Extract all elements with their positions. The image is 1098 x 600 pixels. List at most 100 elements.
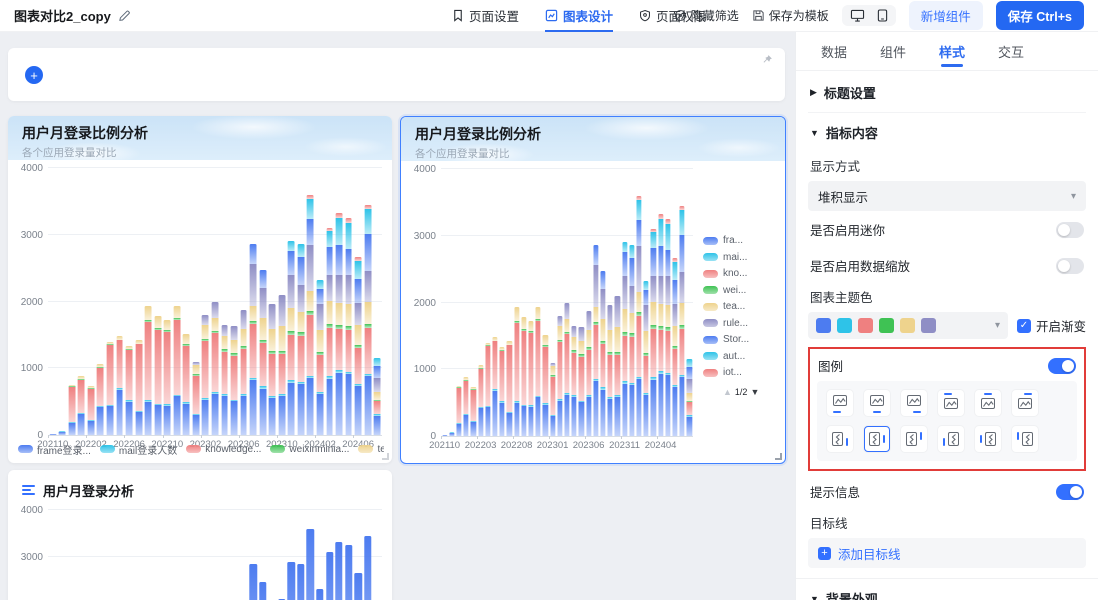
stacked-bar-202305[interactable] — [579, 327, 584, 436]
stacked-bar-202306[interactable] — [240, 310, 247, 435]
bar-202404[interactable] — [335, 542, 342, 600]
add-component-button[interactable]: 新增组件 — [909, 1, 983, 30]
panel-tab-样式[interactable]: 样式 — [939, 32, 965, 71]
legend-position-bottom-right[interactable] — [901, 390, 927, 416]
add-filter-button[interactable]: + — [25, 66, 43, 84]
legend-item[interactable]: Stor... — [703, 334, 781, 345]
stacked-bar-202404[interactable] — [336, 213, 343, 435]
legend-item[interactable]: tea... — [703, 301, 781, 312]
stacked-bar-202207[interactable] — [135, 340, 142, 435]
stacked-bar-202311[interactable] — [622, 242, 627, 436]
stacked-bar-202203[interactable] — [478, 365, 483, 436]
stacked-bar-202208[interactable] — [514, 307, 519, 436]
legend-item[interactable]: fra... — [703, 235, 781, 246]
stacked-bar-202304[interactable] — [572, 326, 577, 436]
save-button[interactable]: 保存 Ctrl+s — [996, 1, 1084, 30]
stacked-bar-202312[interactable] — [629, 245, 634, 436]
stacked-bar-202211[interactable] — [173, 306, 180, 435]
panel-tab-数据[interactable]: 数据 — [821, 32, 847, 71]
legend-position-left-center[interactable] — [975, 426, 1001, 452]
stacked-bar-202303[interactable] — [564, 303, 569, 437]
stacked-bar-202212[interactable] — [543, 335, 548, 436]
bar-202407[interactable] — [364, 536, 371, 600]
stacked-bar-202307[interactable] — [250, 244, 257, 435]
stacked-bar-202204[interactable] — [107, 342, 114, 435]
stacked-bar-202311[interactable] — [288, 241, 295, 435]
chart-card-stacked-left[interactable]: 用户月登录比例分析 各个应用登录量对比 01000200030004000202… — [8, 116, 392, 463]
legend-item[interactable]: mail登录人数 — [100, 442, 177, 456]
panel-tab-交互[interactable]: 交互 — [998, 32, 1024, 71]
bar-202312[interactable] — [297, 564, 304, 600]
gradient-checkbox[interactable]: ✓ — [1017, 319, 1031, 333]
stacked-bar-202402[interactable] — [317, 280, 324, 435]
stacked-bar-202405[interactable] — [345, 218, 352, 435]
stacked-bar-202306[interactable] — [586, 311, 591, 436]
legend-position-bottom-center[interactable] — [864, 390, 890, 416]
stacked-bar-202302[interactable] — [557, 316, 562, 436]
bar-202405[interactable] — [345, 545, 352, 600]
legend-item[interactable]: frame登录... — [18, 442, 91, 456]
stacked-bar-202308[interactable] — [259, 270, 266, 435]
theme-color-select[interactable]: ▾ — [808, 312, 1008, 339]
chart-card-stacked-right-selected[interactable]: 用户月登录比例分析 各个应用登录量对比 01000200030004000202… — [400, 116, 786, 464]
bar-202311[interactable] — [288, 562, 295, 600]
legend-item[interactable]: knowledge... — [186, 444, 261, 455]
section-background[interactable]: ▼ 背景外观 — [808, 579, 1086, 600]
stacked-bar-202207[interactable] — [507, 341, 512, 436]
stacked-bar-202206[interactable] — [126, 346, 133, 435]
save-template-button[interactable]: 保存为模板 — [752, 7, 829, 24]
topbar-tab-页面权限[interactable]: 页面权限 — [639, 0, 706, 32]
legend-item[interactable]: kno... — [703, 268, 781, 279]
stacked-bar-202308[interactable] — [600, 271, 605, 436]
bar-202402[interactable] — [316, 589, 323, 600]
stacked-bar-202201[interactable] — [464, 377, 469, 436]
bar-202308[interactable] — [259, 582, 266, 600]
stacked-bar-202401[interactable] — [636, 196, 641, 436]
legend-position-left-bottom[interactable] — [938, 426, 964, 452]
legend-position-left-top[interactable] — [1012, 426, 1038, 452]
stacked-bar-202401[interactable] — [307, 195, 314, 435]
legend-position-top-left[interactable] — [938, 390, 964, 416]
chart-card-bar-bottom[interactable]: 用户月登录分析 01000200030004000 — [8, 470, 392, 600]
stacked-bar-202204[interactable] — [485, 343, 490, 436]
section-metric-content[interactable]: ▼ 指标内容 — [808, 113, 1086, 152]
stacked-bar-202403[interactable] — [326, 228, 333, 435]
stacked-bar-202408[interactable] — [687, 359, 692, 436]
desktop-preview-icon[interactable] — [850, 9, 865, 22]
drill-filter-icon[interactable] — [22, 485, 35, 495]
legend-position-top-center[interactable] — [975, 390, 1001, 416]
stacked-bar-202111[interactable] — [59, 431, 66, 435]
stacked-bar-202211[interactable] — [536, 307, 541, 436]
stacked-bar-202310[interactable] — [278, 295, 285, 435]
stacked-bar-202309[interactable] — [608, 305, 613, 436]
legend-item[interactable]: rule... — [703, 318, 781, 329]
stacked-bar-202301[interactable] — [550, 363, 555, 436]
resize-handle[interactable] — [775, 453, 782, 460]
legend-item[interactable]: mai... — [703, 252, 781, 263]
stacked-bar-202404[interactable] — [658, 214, 663, 436]
legend-item[interactable]: wei... — [703, 285, 781, 296]
stacked-bar-202405[interactable] — [665, 219, 670, 436]
edit-title-icon[interactable] — [118, 9, 131, 22]
stacked-bar-202212[interactable] — [183, 334, 190, 435]
legend-toggle[interactable] — [1048, 358, 1076, 374]
stacked-bar-202302[interactable] — [202, 315, 209, 435]
stacked-bar-202208[interactable] — [145, 306, 152, 435]
stacked-bar-202203[interactable] — [97, 364, 104, 435]
stacked-bar-202402[interactable] — [644, 281, 649, 436]
legend-item[interactable]: aut... — [703, 351, 781, 362]
legend-position-bottom-left[interactable] — [827, 390, 853, 416]
bar-202406[interactable] — [354, 573, 361, 600]
legend-up-icon[interactable]: ▲ — [723, 387, 732, 397]
stacked-bar-202112[interactable] — [456, 386, 461, 436]
legend-position-top-right[interactable] — [1012, 390, 1038, 416]
stacked-bar-202112[interactable] — [68, 385, 75, 435]
bar-202401[interactable] — [307, 529, 314, 600]
legend-position-right-top[interactable] — [901, 426, 927, 452]
resize-handle[interactable] — [382, 453, 389, 460]
legend-position-right-bottom[interactable] — [827, 426, 853, 452]
legend-position-right-center[interactable] — [864, 426, 890, 452]
stacked-bar-202209[interactable] — [154, 316, 161, 435]
mini-toggle[interactable] — [1056, 222, 1084, 238]
display-mode-select[interactable]: 堆积显示 ▾ — [808, 181, 1086, 211]
